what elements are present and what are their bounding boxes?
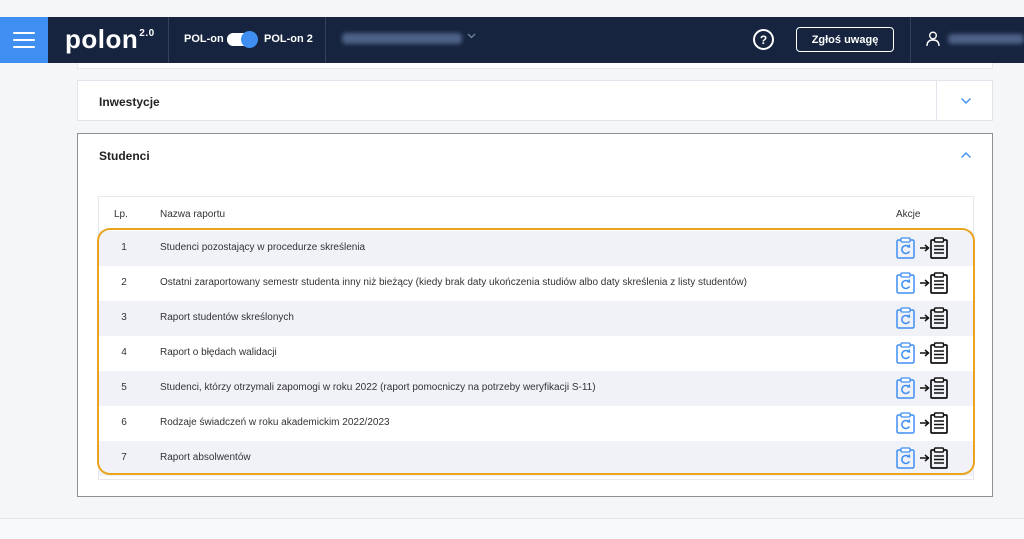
- export-report-icon[interactable]: [919, 237, 949, 264]
- table-row: 3 Raport studentów skreślonych: [99, 301, 973, 336]
- section-title: Inwestycje: [99, 95, 160, 109]
- report-name: Raport absolwentów: [160, 452, 251, 463]
- row-actions: [896, 377, 949, 404]
- refresh-report-icon[interactable]: [896, 237, 915, 264]
- row-number: 7: [121, 452, 127, 463]
- institution-selector[interactable]: [342, 33, 462, 44]
- export-report-icon[interactable]: [919, 307, 949, 334]
- reports-table: Lp. Nazwa raportu Akcje 1 Studenci pozost…: [98, 196, 974, 480]
- report-name: Studenci pozostający w procedurze skreśl…: [160, 242, 366, 253]
- export-report-icon[interactable]: [919, 447, 949, 474]
- table-row: 1 Studenci pozostający w procedurze skreś…: [99, 231, 973, 266]
- header-divider: [168, 17, 169, 63]
- app-logo[interactable]: polon2.0: [65, 24, 155, 55]
- refresh-report-icon[interactable]: [896, 342, 915, 369]
- table-row: 2 Ostatni zaraportowany semestr studenta …: [99, 266, 973, 301]
- hamburger-icon: [13, 32, 35, 48]
- export-report-icon[interactable]: [919, 412, 949, 439]
- user-icon[interactable]: [926, 31, 940, 47]
- refresh-report-icon[interactable]: [896, 412, 915, 439]
- pol-on-version-toggle[interactable]: [227, 31, 258, 48]
- row-number: 3: [121, 312, 127, 323]
- section-divider: [936, 81, 937, 120]
- row-number: 2: [121, 277, 127, 288]
- row-number: 5: [121, 382, 127, 393]
- chevron-up-icon[interactable]: [960, 151, 972, 159]
- logo-version: 2.0: [139, 28, 155, 40]
- export-report-icon[interactable]: [919, 377, 949, 404]
- previous-section-edge: [77, 63, 993, 69]
- section-students: Studenci Lp. Nazwa raportu Akcje 1 Studen…: [77, 133, 993, 497]
- footer-area: [0, 519, 1024, 539]
- section-investments[interactable]: Inwestycje: [77, 80, 993, 121]
- row-actions: [896, 412, 949, 439]
- column-header-actions: Akcje: [896, 209, 921, 220]
- row-actions: [896, 237, 949, 264]
- help-button[interactable]: ?: [753, 29, 774, 50]
- chevron-down-icon[interactable]: [960, 97, 972, 105]
- report-name: Studenci, którzy otrzymali zapomogi w ro…: [160, 382, 596, 393]
- row-actions: [896, 447, 949, 474]
- column-header-name: Nazwa raportu: [160, 209, 226, 220]
- refresh-report-icon[interactable]: [896, 377, 915, 404]
- table-row: 7 Raport absolwentów: [99, 441, 973, 476]
- header-divider: [910, 17, 911, 63]
- row-number: 6: [121, 417, 127, 428]
- refresh-report-icon[interactable]: [896, 307, 915, 334]
- help-icon: ?: [759, 32, 768, 47]
- pol-on-label: POL-on: [184, 33, 224, 45]
- refresh-report-icon[interactable]: [896, 447, 915, 474]
- top-bar: polon2.0 POL-on POL-on 2 ? Zgłoś uwagę: [0, 17, 1024, 63]
- section-title: Studenci: [99, 149, 150, 163]
- row-actions: [896, 272, 949, 299]
- export-report-icon[interactable]: [919, 272, 949, 299]
- table-row: 5 Studenci, którzy otrzymali zapomogi w r…: [99, 371, 973, 406]
- header-divider: [325, 17, 326, 63]
- menu-button[interactable]: [0, 17, 48, 63]
- user-name[interactable]: [948, 34, 1024, 44]
- row-number: 4: [121, 347, 127, 358]
- row-number: 1: [121, 242, 127, 253]
- report-issue-button[interactable]: Zgłoś uwagę: [796, 27, 894, 52]
- refresh-report-icon[interactable]: [896, 272, 915, 299]
- column-header-number: Lp.: [114, 209, 128, 220]
- report-name: Ostatni zaraportowany semestr studenta i…: [160, 277, 747, 288]
- chevron-down-icon[interactable]: [467, 31, 476, 42]
- report-name: Raport studentów skreślonych: [160, 312, 294, 323]
- table-row: 6 Rodzaje świadczeń w roku akademickim 20…: [99, 406, 973, 441]
- report-name: Raport o błędach walidacji: [160, 347, 277, 358]
- table-header: Lp. Nazwa raportu Akcje: [99, 197, 973, 231]
- row-actions: [896, 342, 949, 369]
- table-row: 4 Raport o błędach walidacji: [99, 336, 973, 371]
- pol-on-2-label: POL-on 2: [264, 33, 313, 45]
- row-actions: [896, 307, 949, 334]
- export-report-icon[interactable]: [919, 342, 949, 369]
- report-name: Rodzaje świadczeń w roku akademickim 202…: [160, 417, 390, 428]
